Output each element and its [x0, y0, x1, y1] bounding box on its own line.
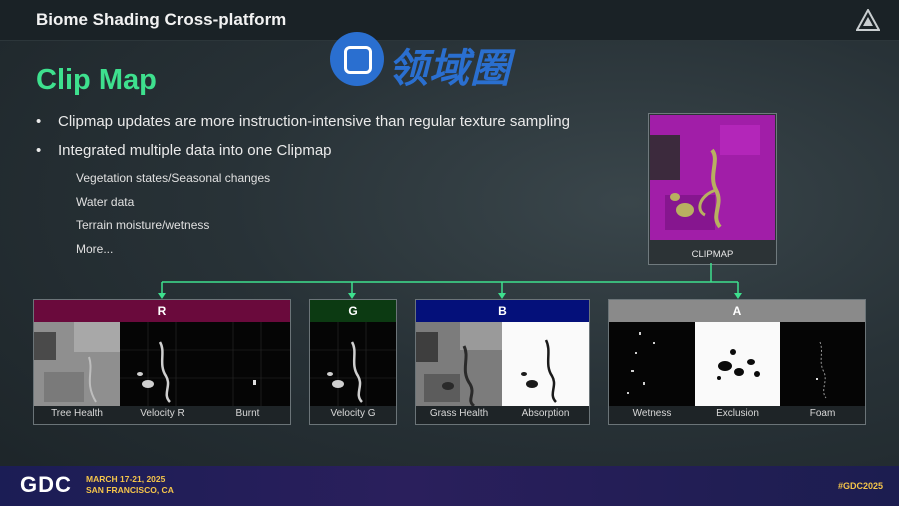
thumb-label: Velocity R: [140, 408, 185, 419]
gdc-logo: GDC: [20, 472, 72, 497]
burnt-image: [205, 322, 290, 406]
channel-header-b: B: [416, 300, 589, 322]
channel-panel-g: G Velocity G: [309, 299, 397, 425]
event-location: SAN FRANCISCO, CA: [86, 485, 174, 495]
channel-panel-r: R Tree Health Velocity R Burnt: [33, 299, 291, 425]
channel-header-g: G: [310, 300, 396, 322]
thumb-label: Grass Health: [429, 408, 489, 419]
thumb-label: Burnt: [235, 408, 260, 419]
velocity-g-image: [310, 322, 396, 406]
slide-footer: GDC MARCH 17-21, 2025 SAN FRANCISCO, CA …: [0, 466, 899, 506]
channel-panel-b: B Grass Health Absorption: [415, 299, 590, 425]
thumb-label: Velocity G: [330, 408, 376, 419]
thumb-label: Wetness: [632, 408, 672, 419]
channel-header-r: R: [34, 300, 290, 322]
wetness-image: [609, 322, 695, 406]
grass-health-image: [416, 322, 502, 406]
event-info: MARCH 17-21, 2025 SAN FRANCISCO, CA: [86, 474, 174, 496]
event-hashtag: #GDC2025: [837, 481, 883, 491]
thumb-label: Absorption: [521, 408, 570, 419]
channel-panel-a: A Wetness Exclusion Foam: [608, 299, 866, 425]
absorption-image: [502, 322, 589, 406]
channel-connectors: [158, 263, 742, 299]
velocity-r-image: [120, 322, 205, 406]
foam-image: [780, 322, 865, 406]
exclusion-image: [695, 322, 780, 406]
event-date: MARCH 17-21, 2025: [86, 474, 166, 484]
tree-health-image: [34, 322, 120, 406]
thumb-label: Exclusion: [716, 408, 759, 419]
channel-header-a: A: [609, 300, 865, 322]
thumb-label: Foam: [809, 408, 836, 419]
thumb-label: Tree Health: [51, 408, 103, 419]
